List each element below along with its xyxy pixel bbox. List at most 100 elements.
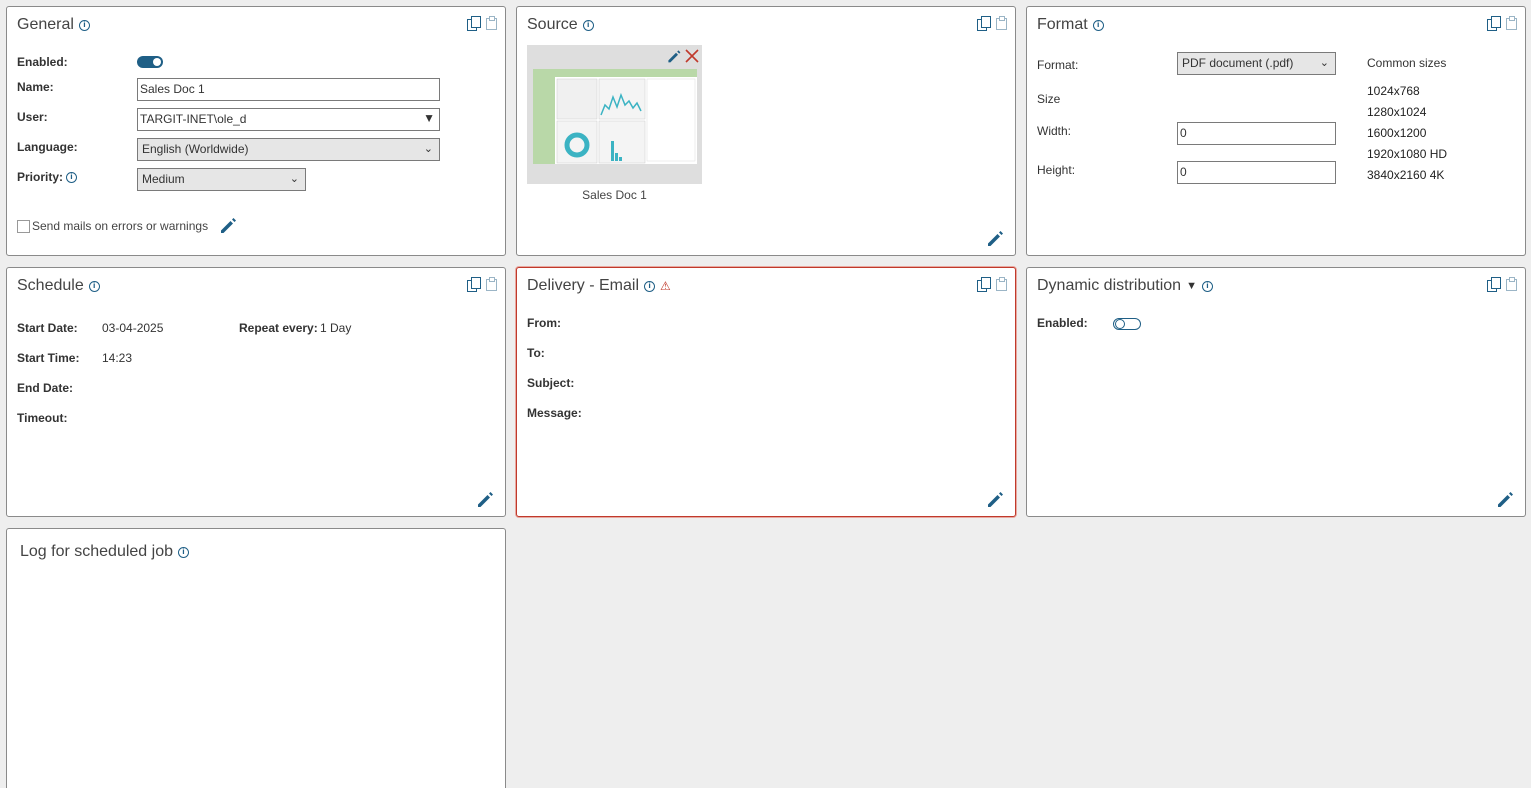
common-size-option[interactable]: 1024x768: [1367, 84, 1447, 105]
enabled-toggle[interactable]: [137, 56, 163, 68]
language-select[interactable]: English (Worldwide) ⌄: [137, 138, 440, 161]
paste-icon[interactable]: [486, 16, 497, 30]
delivery-email-title: Delivery - Email i ⚠: [527, 277, 671, 294]
user-select[interactable]: TARGIT-INET\ole_d ▼: [137, 108, 440, 131]
close-icon[interactable]: [684, 48, 700, 64]
schedule-card-actions: [467, 277, 497, 292]
pencil-icon[interactable]: [985, 228, 1005, 248]
enabled-label: Enabled:: [17, 55, 68, 69]
general-card-actions: [467, 16, 497, 31]
dashboard-preview-image: [533, 69, 697, 164]
general-card: General i Enabled: Name: Sales Doc 1 Use…: [6, 6, 506, 256]
delivery-card-actions: [977, 277, 1007, 292]
triangle-down-icon: ▼: [423, 111, 435, 125]
format-card-actions: [1487, 16, 1517, 31]
priority-select[interactable]: Medium ⌄: [137, 168, 306, 191]
document-thumbnail[interactable]: [527, 45, 702, 184]
dynamic-distribution-title[interactable]: Dynamic distribution ▼ i: [1037, 277, 1213, 295]
paste-icon[interactable]: [996, 16, 1007, 30]
from-label: From:: [527, 316, 561, 330]
info-icon[interactable]: i: [582, 19, 594, 31]
pencil-icon[interactable]: [1495, 489, 1515, 509]
copy-icon[interactable]: [977, 16, 991, 31]
language-select-value: English (Worldwide): [142, 142, 249, 156]
start-time-value: 14:23: [102, 351, 133, 365]
width-label: Width:: [1037, 124, 1072, 138]
format-title: Format i: [1037, 16, 1104, 34]
common-sizes-list: 1024x768 1280x1024 1600x1200 1920x1080 H…: [1367, 84, 1447, 189]
paste-icon[interactable]: [1506, 277, 1517, 291]
schedule-title: Schedule i: [17, 277, 100, 295]
chevron-down-icon: ⌄: [423, 143, 433, 155]
log-title: Log for scheduled job i: [20, 543, 189, 561]
paste-icon[interactable]: [486, 277, 497, 291]
size-label: Size: [1037, 92, 1061, 106]
subject-label: Subject:: [527, 376, 575, 390]
priority-label: Priority:: [17, 170, 64, 184]
warning-icon[interactable]: ⚠: [660, 280, 671, 292]
source-card-actions: [977, 16, 1007, 31]
copy-icon[interactable]: [1487, 277, 1501, 292]
copy-icon[interactable]: [467, 16, 481, 31]
pencil-icon[interactable]: [985, 489, 1005, 509]
general-title: General i: [17, 16, 90, 34]
pencil-icon[interactable]: [475, 489, 495, 509]
source-card: Source i Sales Doc 1: [516, 6, 1016, 256]
copy-icon[interactable]: [1487, 16, 1501, 31]
log-card: Log for scheduled job i: [6, 528, 506, 788]
send-mails-label: Send mails on errors or warnings: [32, 219, 209, 233]
format-card: Format i Format: PDF document (.pdf) ⌄ S…: [1026, 6, 1526, 256]
message-label: Message:: [527, 406, 582, 420]
start-date-label: Start Date:: [17, 321, 78, 335]
format-label: Format:: [1037, 58, 1079, 72]
document-name: Sales Doc 1: [582, 188, 647, 202]
chevron-down-icon: ⌄: [1319, 57, 1329, 69]
priority-select-value: Medium: [142, 172, 185, 186]
paste-icon[interactable]: [996, 277, 1007, 291]
common-size-option[interactable]: 1280x1024: [1367, 105, 1447, 126]
repeat-label: Repeat every:: [239, 321, 318, 335]
info-icon[interactable]: i: [88, 280, 100, 292]
start-date-value: 03-04-2025: [102, 321, 164, 335]
width-input[interactable]: 0: [1177, 122, 1336, 145]
info-icon[interactable]: i: [644, 280, 656, 292]
height-input[interactable]: 0: [1177, 161, 1336, 184]
common-size-option[interactable]: 3840x2160 4K: [1367, 168, 1447, 189]
format-select-value: PDF document (.pdf): [1182, 56, 1294, 70]
to-label: To:: [527, 346, 545, 360]
info-icon[interactable]: i: [78, 19, 90, 31]
caret-down-icon[interactable]: ▼: [1186, 280, 1197, 292]
chevron-down-icon: ⌄: [289, 173, 299, 185]
height-label: Height:: [1037, 163, 1076, 177]
end-date-label: End Date:: [17, 381, 74, 395]
language-label: Language:: [17, 140, 78, 154]
user-select-value: TARGIT-INET\ole_d: [140, 112, 247, 126]
info-icon[interactable]: i: [178, 546, 189, 558]
source-title: Source i: [527, 16, 594, 34]
copy-icon[interactable]: [467, 277, 481, 292]
dynamic-enabled-label: Enabled:: [1037, 316, 1088, 330]
repeat-value: 1 Day: [320, 321, 352, 335]
pencil-icon[interactable]: [666, 48, 682, 64]
common-size-option[interactable]: 1920x1080 HD: [1367, 147, 1447, 168]
info-icon[interactable]: i: [1201, 280, 1213, 292]
user-label: User:: [17, 110, 48, 124]
info-icon[interactable]: i: [66, 172, 77, 183]
copy-icon[interactable]: [977, 277, 991, 292]
send-mails-checkbox[interactable]: [17, 220, 30, 233]
pencil-icon[interactable]: [218, 215, 238, 235]
format-select[interactable]: PDF document (.pdf) ⌄: [1177, 52, 1336, 75]
name-input[interactable]: Sales Doc 1: [137, 78, 440, 101]
paste-icon[interactable]: [1506, 16, 1517, 30]
dynamic-enabled-toggle[interactable]: [1113, 318, 1141, 330]
dynamic-card-actions: [1487, 277, 1517, 292]
delivery-email-card: Delivery - Email i ⚠ From: To: Subject: …: [516, 267, 1016, 517]
start-time-label: Start Time:: [17, 351, 80, 365]
name-label: Name:: [17, 80, 54, 94]
common-size-option[interactable]: 1600x1200: [1367, 126, 1447, 147]
timeout-label: Timeout:: [17, 411, 68, 425]
common-sizes-label: Common sizes: [1367, 56, 1447, 70]
dynamic-distribution-card: Dynamic distribution ▼ i Enabled:: [1026, 267, 1526, 517]
info-icon[interactable]: i: [1092, 19, 1104, 31]
schedule-card: Schedule i Start Date: 03-04-2025 Repeat…: [6, 267, 506, 517]
